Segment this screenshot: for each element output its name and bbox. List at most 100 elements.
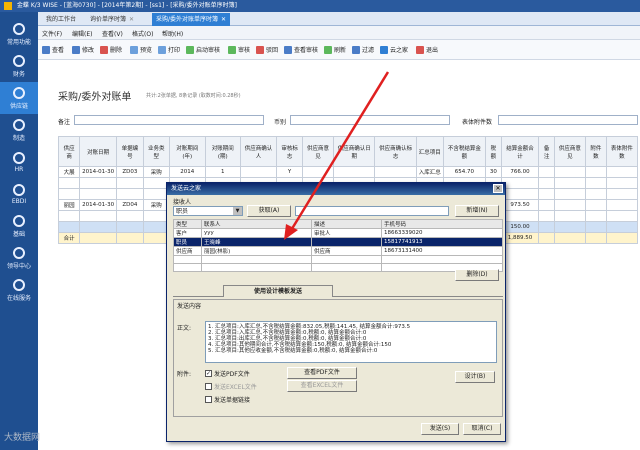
- tab-reconciliation[interactable]: 采购/委外对账单序时簿 ✕: [152, 13, 231, 26]
- column-header[interactable]: 税额: [485, 136, 502, 167]
- tab-template-send[interactable]: 使用设计模板发送: [223, 285, 333, 297]
- column-header[interactable]: 供应商意见: [302, 136, 335, 167]
- sidebar-item-common[interactable]: 常用功能: [0, 18, 38, 50]
- column-header[interactable]: 供应商确认日期: [333, 136, 376, 167]
- send-link-checkbox[interactable]: 发送单据链接: [205, 395, 250, 404]
- audit-button[interactable]: 审核: [228, 45, 250, 54]
- checked-icon: ✓: [205, 370, 212, 377]
- table-cell: [79, 221, 118, 233]
- table-cell: [538, 188, 555, 200]
- exit-button[interactable]: 退出: [416, 45, 438, 54]
- table-cell: [500, 188, 540, 200]
- table-cell: 入库汇总: [415, 166, 444, 178]
- menu-file[interactable]: 文件(F): [42, 29, 62, 38]
- receiver-row[interactable]: 供应商 丽园(林影) 供应商 18673131400: [173, 246, 503, 256]
- sidebar-item-online[interactable]: 在线服务: [0, 274, 38, 306]
- reject-button[interactable]: 驳回: [256, 45, 278, 54]
- globe-icon: [13, 278, 25, 291]
- column-header[interactable]: 审核标志: [276, 136, 304, 167]
- design-button[interactable]: 设计(B): [455, 371, 495, 383]
- delete-icon: [100, 45, 108, 54]
- table-cell: [553, 221, 586, 233]
- sidebar-item-ebdi[interactable]: EBDI: [0, 178, 38, 210]
- receiver-row-selected[interactable]: 职员 王晓峰 15817741913: [173, 237, 503, 247]
- delete-button[interactable]: 删除: [100, 45, 122, 54]
- chevron-down-icon: ▼: [233, 207, 242, 215]
- table-cell: [584, 210, 607, 222]
- sidebar-item-leader[interactable]: 领导中心: [0, 242, 38, 274]
- tab-workbench[interactable]: 我的工作台: [42, 13, 80, 26]
- view-pdf-button[interactable]: 查看PDF文件: [287, 367, 357, 379]
- sidebar-item-supply-chain[interactable]: 供应链: [0, 82, 38, 114]
- dialog-close-icon[interactable]: ✕: [493, 184, 503, 193]
- column-header[interactable]: 不含税结算金额: [442, 136, 487, 167]
- gear-icon: [13, 118, 25, 131]
- sidebar-item-finance[interactable]: 财务: [0, 50, 38, 82]
- table-cell: [553, 166, 586, 178]
- column-header[interactable]: 对账期间(年): [168, 136, 206, 167]
- table-cell: [500, 210, 540, 222]
- filter-button[interactable]: 过滤: [352, 45, 374, 54]
- filter-icon: [352, 45, 360, 54]
- column-header[interactable]: 汇总项目: [415, 136, 444, 167]
- message-body-textarea[interactable]: 1. 汇总项目:入库汇总,不含税结算金额:832.05,税额:141.45, 结…: [205, 321, 497, 363]
- column-header[interactable]: 对账日期: [79, 136, 118, 167]
- cancel-button[interactable]: 取消(C): [463, 423, 501, 435]
- column-header[interactable]: 供应商意见: [553, 136, 586, 167]
- audit-icon: [228, 45, 236, 54]
- view-audit-button[interactable]: 查看审核: [284, 45, 318, 54]
- view-icon: [42, 45, 50, 54]
- receiver-search-input[interactable]: [295, 206, 449, 216]
- currency-label: 币别: [274, 119, 287, 126]
- send-pdf-checkbox[interactable]: ✓ 发送PDF文件: [205, 369, 250, 378]
- column-header[interactable]: 单据编号: [116, 136, 144, 167]
- table-cell: [538, 221, 555, 233]
- edit-button[interactable]: 修改: [72, 45, 94, 54]
- sidebar-item-manufacturing[interactable]: 制造: [0, 114, 38, 146]
- receiver-type-select[interactable]: 职员 ▼: [173, 206, 243, 216]
- column-header[interactable]: 结算金额合计: [500, 136, 540, 167]
- print-button[interactable]: 打印: [158, 45, 180, 54]
- column-header[interactable]: 表体附件数: [605, 136, 639, 167]
- table-cell: [538, 210, 555, 222]
- currency-input[interactable]: [290, 115, 450, 125]
- watermark: 大数据网: [4, 433, 41, 443]
- column-header[interactable]: 对账期间(期): [204, 136, 241, 167]
- preview-button[interactable]: 预览: [130, 45, 152, 54]
- table-cell: Y: [276, 166, 304, 178]
- column-header[interactable]: 供应商确认人: [239, 136, 278, 167]
- menu-help[interactable]: 帮助(H): [162, 29, 183, 38]
- attachments-input[interactable]: [498, 115, 638, 125]
- send-button[interactable]: 发送(S): [421, 423, 459, 435]
- column-header[interactable]: 业务类型: [142, 136, 170, 167]
- view-button[interactable]: 查看: [42, 45, 64, 54]
- table-cell: [79, 177, 118, 189]
- column-header[interactable]: 附件数: [584, 136, 607, 167]
- cloud-home-button[interactable]: 云之家: [380, 45, 408, 54]
- table-cell: 2014-01-30: [79, 199, 118, 211]
- menu-view[interactable]: 查看(V): [102, 29, 123, 38]
- column-header[interactable]: 供应商确认标志: [374, 136, 417, 167]
- add-receiver-button[interactable]: 新增(N): [455, 205, 499, 217]
- column-header[interactable]: 备注: [538, 136, 555, 167]
- sidebar-item-hr[interactable]: HR: [0, 146, 38, 178]
- tab-inquiry[interactable]: 询价单序时簿 ✕: [86, 13, 138, 26]
- sidebar-item-basic[interactable]: 基础: [0, 210, 38, 242]
- start-audit-button[interactable]: 启动审核: [186, 45, 220, 54]
- table-cell: 2014: [168, 166, 206, 178]
- close-icon[interactable]: ✕: [129, 16, 134, 23]
- close-icon[interactable]: ✕: [221, 16, 226, 23]
- refresh-button[interactable]: 刷新: [324, 45, 346, 54]
- send-content-label: 发送内容: [177, 303, 202, 310]
- attachments-label: 表体附件数: [462, 119, 493, 126]
- note-input[interactable]: [74, 115, 264, 125]
- dialog-title: 发送云之家: [167, 183, 505, 195]
- menu-edit[interactable]: 编辑(E): [72, 29, 92, 38]
- fetch-button[interactable]: 获取(A): [247, 205, 291, 217]
- delete-receiver-button[interactable]: 删除(D): [455, 269, 499, 281]
- menu-format[interactable]: 格式(O): [132, 29, 153, 38]
- table-row[interactable]: 大展 2014-01-30 ZD03 采购 2014 1 Y 入库汇总 654.70 30 766.…: [57, 166, 639, 178]
- column-header[interactable]: 供应商: [57, 136, 81, 167]
- receiver-row[interactable]: 客户 yyy 审批人 18663339020: [173, 228, 503, 238]
- table-cell: [538, 177, 555, 189]
